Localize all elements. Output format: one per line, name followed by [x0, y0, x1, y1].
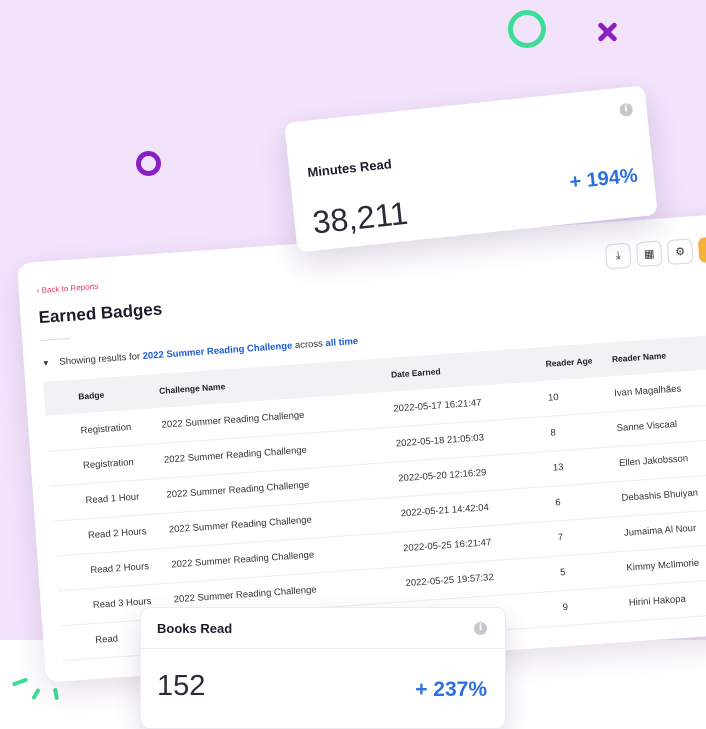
minutes-read-value: 38,211	[310, 194, 410, 241]
filter-middle: across	[294, 338, 324, 352]
cell-age: 10	[540, 376, 610, 417]
filter-icon[interactable]: ▼	[42, 358, 52, 368]
books-read-card: Books Read i 152 + 237%	[140, 607, 506, 729]
cell-age: 6	[548, 481, 617, 521]
info-icon[interactable]: i	[619, 102, 634, 117]
page-title: Earned Badges	[38, 299, 163, 328]
cell-age: 8	[543, 411, 612, 452]
time-range-filter-link[interactable]: all time	[325, 336, 358, 349]
gear-icon: ⚙	[674, 245, 686, 259]
cell-age: 7	[550, 516, 620, 556]
challenge-filter-link[interactable]: 2022 Summer Reading Challenge	[142, 341, 292, 362]
settings-button[interactable]: ⚙	[666, 238, 694, 266]
title-divider	[40, 337, 71, 342]
calendar-button[interactable]: ▦	[635, 240, 663, 268]
books-read-change: + 237%	[415, 678, 487, 701]
calendar-icon: ▦	[643, 248, 655, 261]
download-icon: ⤓	[615, 249, 622, 262]
filter-prefix: Showing results for	[59, 351, 141, 368]
report-toolbar: ⤓ ▦ ⚙	[604, 236, 706, 270]
cell-age: 5	[553, 551, 622, 591]
info-icon[interactable]: i	[474, 622, 487, 635]
books-read-value: 152	[157, 670, 206, 702]
column-header-age[interactable]: Reader Age	[538, 342, 608, 382]
download-button[interactable]: ⤓	[604, 242, 632, 270]
back-to-reports-link[interactable]: ‹ Back to Reports	[36, 282, 98, 295]
column-header-name[interactable]: Reader Name	[604, 330, 706, 377]
minutes-read-change: + 194%	[568, 164, 639, 194]
cell-age: 13	[545, 446, 615, 486]
minutes-read-title: Minutes Read	[306, 156, 393, 180]
cell-age: 9	[555, 586, 625, 626]
accent-action-button[interactable]	[697, 236, 706, 263]
books-read-title: Books Read	[157, 621, 233, 636]
card-divider	[141, 648, 505, 649]
